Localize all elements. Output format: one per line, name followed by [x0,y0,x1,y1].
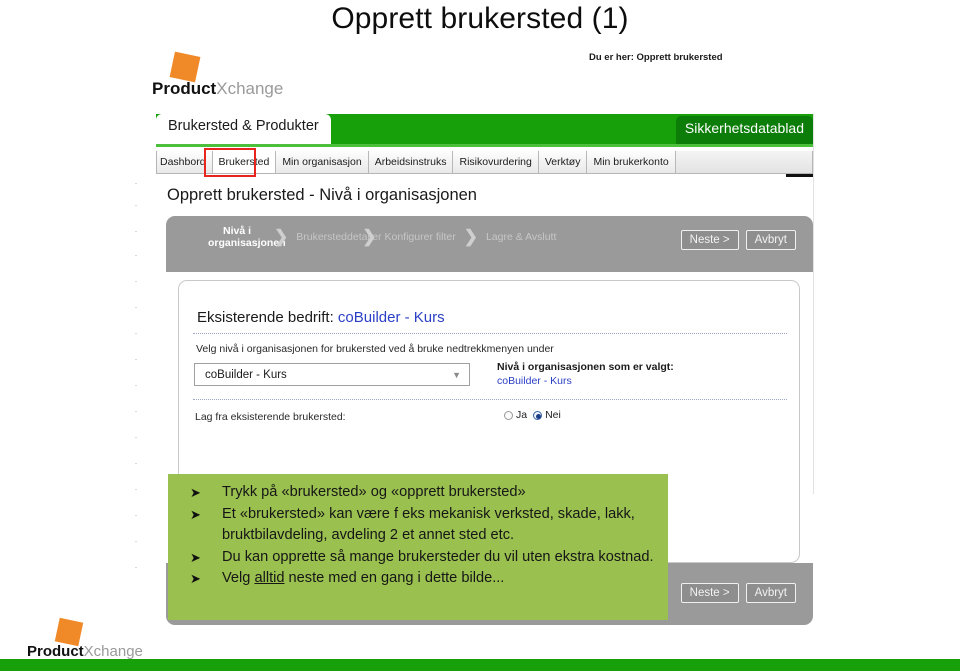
list-item: ➤ Velg alltid neste med en gang i dette … [178,568,658,590]
tabstrip-end-chip [786,174,813,177]
wizard-step-lagre[interactable]: Lagre & Avslutt [479,231,563,243]
copy-from-existing-label: Lag fra eksisterende brukersted: [195,411,346,423]
wizard-step-niva[interactable]: Nivå i organisasjonen [201,225,286,249]
radio-nei-label: Nei [545,409,561,421]
chevron-right-icon: ❯ [362,227,377,246]
nav-tab-dashbord[interactable]: Dashbord [157,151,213,173]
screenshot-edge-line [813,114,814,494]
list-item-text: Et «brukersted» kan være f eks mekanisk … [222,505,635,544]
chevron-down-icon: ▼ [452,369,461,380]
nav-tab-label: Verktøy [544,156,581,168]
list-item-text: Du kan opprette så mange brukersteder du… [222,548,654,565]
list-item-text-pre: Velg [222,570,255,587]
company-line: Eksisterende bedrift: coBuilder - Kurs [197,309,445,326]
nav-tab-label: Min brukerkonto [593,156,669,168]
radio-ja-label: Ja [516,409,528,421]
logo-word-bold: Product [152,79,217,98]
footer-green-bar [0,659,960,671]
callout-list: ➤ Trykk på «brukersted» og «opprett bruk… [178,482,658,590]
form-help-text: Velg nivå i organisasjonen for brukerste… [196,343,554,355]
radio-option-ja[interactable]: Ja [504,409,527,421]
header-underline [156,144,813,147]
logo-wordmark: ProductXchange [152,79,283,99]
page-title: Opprett brukersted (1) [331,2,629,35]
selected-level-info: Nivå i organisasjonen som er valgt: coBu… [497,361,674,387]
brand-logo-top: ProductXchange [152,51,312,102]
app-page-heading: Opprett brukersted - Nivå i organisasjon… [167,186,477,204]
list-item-text-underline: alltid [254,570,285,587]
copy-from-existing-radios: Ja Nei [504,409,561,421]
nav-tab-verktoy[interactable]: Verktøy [538,151,588,173]
logo-word-bold: Product [27,643,84,660]
wizard-steps: Nivå i organisasjonen ❯ Brukersteddetalj… [201,225,563,249]
footer-buttons: Neste > Avbryt [680,583,796,603]
brand-logo-bottom: ProductXchange [22,617,172,664]
nav-tab-label: Brukersted [218,156,270,168]
list-item-text: Trykk på «brukersted» og «opprett bruker… [222,484,526,500]
nav-tabstrip-filler [675,151,812,173]
wizard-panel: Nivå i organisasjonen ❯ Brukersteddetalj… [166,216,813,272]
nav-tab-min-organisasjon[interactable]: Min organisasjon [276,151,369,173]
nav-tab-min-brukerkonto[interactable]: Min brukerkonto [587,151,676,173]
nav-tab-arbeidsinstruks[interactable]: Arbeidsinstruks [368,151,454,173]
logo-diamond-icon [169,51,201,83]
breadcrumb: Du er her: Opprett brukersted [589,52,723,63]
selected-level-value: coBuilder - Kurs [497,375,572,387]
list-item: ➤ Du kan opprette så mange brukersteder … [178,547,658,569]
radio-nei-input[interactable] [533,410,543,420]
footer-cancel-button[interactable]: Avbryt [745,583,796,603]
logo-word-light: Xchange [83,643,143,660]
callout-box: ➤ Trykk på «brukersted» og «opprett bruk… [168,474,668,620]
chevron-right-icon: ❯ [274,227,289,246]
nav-tab-label: Min organisasjon [282,156,362,168]
nav-tab-label: Dashbord [160,156,206,168]
logo-word-light: Xchange [216,79,284,98]
organisation-level-select[interactable]: coBuilder - Kurs ▼ [194,363,470,386]
nav-tab-label: Arbeidsinstruks [374,156,447,168]
radio-ja-input[interactable] [504,410,513,420]
company-value: coBuilder - Kurs [337,309,445,326]
wizard-step-filter[interactable]: Konfigurer filter [378,231,463,243]
select-value: coBuilder - Kurs [205,368,287,381]
list-item: ➤ Et «brukersted» kan være f eks mekanis… [178,504,658,547]
slide-root: Opprett brukersted (1) ProductXchange Du… [0,0,960,671]
footer-next-button[interactable]: Neste > [680,583,739,603]
nav-tabstrip: Dashbord Brukersted Min organisasjon Arb… [156,151,813,174]
wizard-next-button[interactable]: Neste > [680,230,739,250]
wizard-buttons: Neste > Avbryt [680,230,796,250]
company-label: Eksisterende bedrift: [197,309,334,326]
bullet-arrow-icon: ➤ [190,549,201,565]
wizard-cancel-button[interactable]: Avbryt [745,230,796,250]
tab-brukersted-produkter[interactable]: Brukersted & Produkter [156,114,331,144]
divider-bottom [193,399,787,400]
bullet-arrow-icon: ➤ [190,485,201,500]
list-item-text-post: neste med en gang i dette bilde... [284,570,505,587]
logo-wordmark: ProductXchange [27,643,143,660]
selected-level-label: Nivå i organisasjonen som er valgt: [497,361,674,373]
nav-tab-brukersted[interactable]: Brukersted [212,151,277,173]
chevron-right-icon: ❯ [463,227,478,246]
bullet-arrow-icon: ➤ [190,571,201,587]
nav-tab-risikovurdering[interactable]: Risikovurdering [453,151,539,173]
list-item: ➤ Trykk på «brukersted» og «opprett bruk… [178,482,658,504]
divider-top [193,333,787,334]
radio-option-nei[interactable]: Nei [533,409,561,421]
bullet-arrow-icon: ➤ [190,506,201,522]
nav-tab-label: Risikovurdering [459,156,532,168]
logo-diamond-icon [54,617,84,647]
tab-sikkerhetsdatablad[interactable]: Sikkerhetsdatablad [675,116,813,144]
wizard-step-detaljer[interactable]: Brukersteddetaljer [289,231,381,243]
